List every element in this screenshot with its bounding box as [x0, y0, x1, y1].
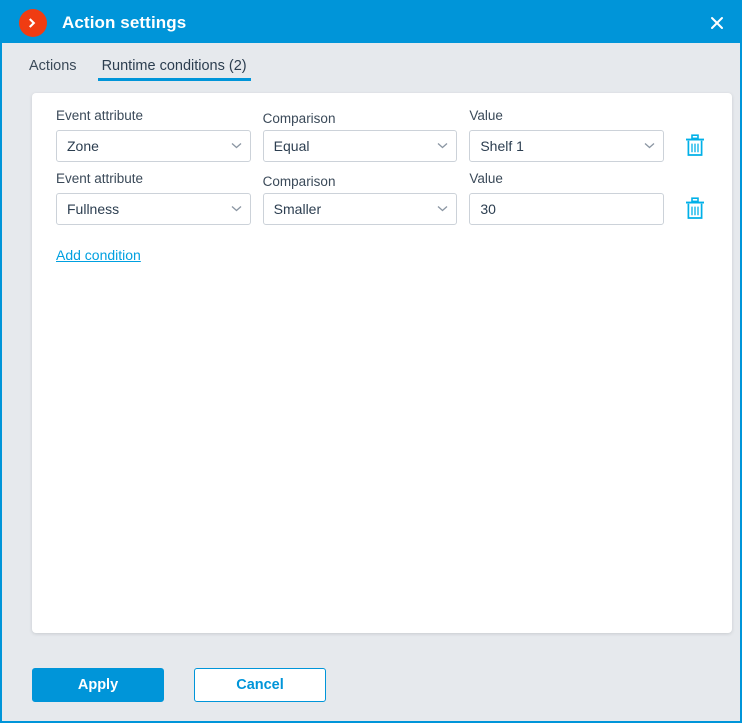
value-select[interactable]: Shelf 1: [469, 129, 665, 162]
event-attribute-field: Event attribute Zone: [56, 108, 251, 162]
tab-bar: Actions Runtime conditions (2): [2, 43, 740, 81]
content-area: Event attribute Zone Comparison Equal Va…: [2, 81, 740, 649]
window-title: Action settings: [62, 12, 187, 32]
add-condition-link[interactable]: Add condition: [56, 247, 141, 263]
title-bar: Action settings: [2, 2, 740, 43]
comparison-select[interactable]: Smaller: [262, 192, 458, 225]
comparison-value: Equal: [273, 137, 310, 154]
tab-actions[interactable]: Actions: [29, 58, 77, 82]
value-input[interactable]: 30: [469, 192, 665, 225]
event-attribute-value: Zone: [67, 137, 99, 154]
event-attribute-select[interactable]: Fullness: [56, 192, 251, 225]
value-value: 30: [480, 200, 496, 217]
comparison-field: Comparison Smaller: [262, 172, 458, 225]
chevron-down-icon: [437, 143, 448, 149]
tab-runtime-conditions[interactable]: Runtime conditions (2): [97, 58, 251, 82]
dialog-footer: Apply Cancel: [2, 649, 740, 721]
event-attribute-select[interactable]: Zone: [56, 129, 251, 162]
chevron-right-circle-icon: [19, 8, 47, 37]
value-field: Value Shelf 1: [469, 108, 665, 162]
condition-row: Event attribute Fullness Comparison Smal…: [56, 170, 708, 225]
value-label: Value: [469, 108, 503, 123]
comparison-field: Comparison Equal: [262, 109, 458, 162]
chevron-down-icon: [231, 143, 242, 149]
delete-condition-button[interactable]: [682, 193, 708, 225]
chevron-down-icon: [231, 206, 242, 212]
delete-condition-button[interactable]: [682, 130, 708, 162]
value-value: Shelf 1: [480, 137, 524, 154]
action-settings-dialog: Action settings Actions Runtime conditio…: [0, 0, 742, 723]
value-field: Value 30: [469, 170, 665, 225]
condition-row: Event attribute Zone Comparison Equal Va…: [56, 108, 708, 162]
comparison-label: Comparison: [262, 111, 336, 126]
comparison-value: Smaller: [273, 200, 322, 217]
chevron-down-icon: [644, 143, 655, 149]
event-attribute-label: Event attribute: [56, 108, 144, 123]
event-attribute-label: Event attribute: [56, 170, 144, 186]
event-attribute-field: Event attribute Fullness: [56, 170, 251, 225]
apply-button[interactable]: Apply: [32, 668, 164, 702]
chevron-down-icon: [437, 206, 448, 212]
event-attribute-value: Fullness: [67, 200, 120, 217]
conditions-panel: Event attribute Zone Comparison Equal Va…: [32, 93, 732, 633]
comparison-label: Comparison: [262, 173, 336, 189]
cancel-button[interactable]: Cancel: [194, 668, 326, 702]
value-label: Value: [469, 170, 503, 186]
close-icon[interactable]: [694, 2, 740, 43]
comparison-select[interactable]: Equal: [262, 129, 458, 162]
